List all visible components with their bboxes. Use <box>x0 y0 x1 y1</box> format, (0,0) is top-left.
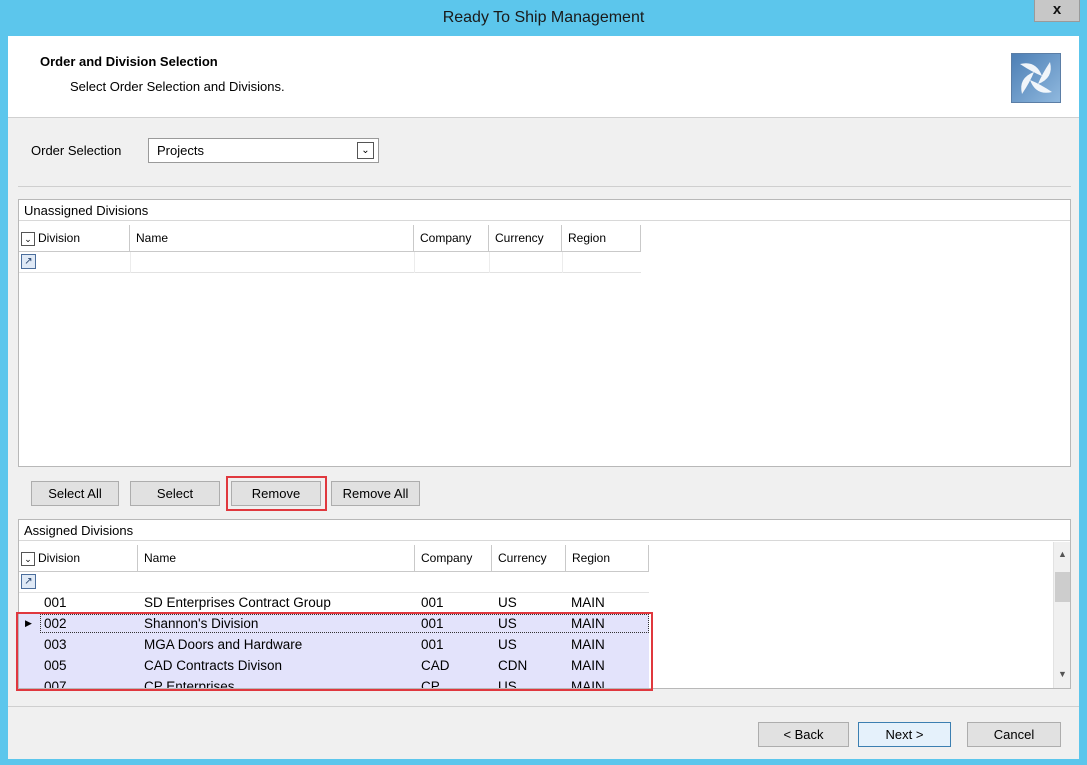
column-header-name[interactable]: Name <box>138 545 415 572</box>
separator <box>18 186 1071 187</box>
select-all-button[interactable]: Select All <box>31 481 119 506</box>
remove-button[interactable]: Remove <box>231 481 321 506</box>
column-header-company[interactable]: Company <box>414 225 489 252</box>
chevron-down-icon[interactable]: ⌄ <box>357 142 374 159</box>
column-header-currency[interactable]: Currency <box>489 225 562 252</box>
next-button[interactable]: Next > <box>858 722 951 747</box>
footer-separator <box>8 706 1079 707</box>
remove-all-button[interactable]: Remove All <box>331 481 420 506</box>
table-row[interactable]: 001 SD Enterprises Contract Group 001 US… <box>19 592 649 613</box>
column-header-division[interactable]: ⌄ Division <box>19 225 130 252</box>
scroll-up-icon[interactable]: ▲ <box>1054 546 1070 563</box>
column-header-name[interactable]: Name <box>130 225 414 252</box>
column-header-region[interactable]: Region <box>566 545 649 572</box>
filter-icon[interactable]: ↗ <box>21 574 36 589</box>
rows-highlight <box>16 612 653 691</box>
back-button[interactable]: < Back <box>758 722 849 747</box>
unassigned-divisions-panel: Unassigned Divisions ⌄ Division Name Comp… <box>18 199 1071 467</box>
scroll-down-icon[interactable]: ▼ <box>1054 666 1070 683</box>
column-header-company[interactable]: Company <box>415 545 492 572</box>
vertical-scrollbar[interactable]: ▲ ▼ <box>1053 542 1070 688</box>
order-selection-value: Projects <box>157 143 204 158</box>
filter-row[interactable]: ↗ <box>19 572 649 593</box>
close-button[interactable]: x <box>1034 0 1080 22</box>
select-button[interactable]: Select <box>130 481 220 506</box>
wizard-header <box>8 36 1079 118</box>
filter-icon[interactable]: ↗ <box>21 254 36 269</box>
app-logo-icon <box>1011 53 1061 103</box>
column-chooser-icon[interactable]: ⌄ <box>21 551 35 566</box>
column-header-region[interactable]: Region <box>562 225 641 252</box>
assigned-divisions-title: Assigned Divisions <box>19 520 1070 541</box>
scrollbar-thumb[interactable] <box>1055 572 1070 602</box>
page-subtitle: Select Order Selection and Divisions. <box>70 79 285 94</box>
page-title: Order and Division Selection <box>40 54 218 69</box>
window-title: Ready To Ship Management <box>442 9 645 26</box>
filter-row[interactable]: ↗ <box>19 252 641 273</box>
unassigned-divisions-title: Unassigned Divisions <box>19 200 1070 221</box>
column-header-division[interactable]: ⌄ Division <box>19 545 138 572</box>
column-header-currency[interactable]: Currency <box>492 545 566 572</box>
order-selection-dropdown[interactable]: Projects ⌄ <box>148 138 379 163</box>
cancel-button[interactable]: Cancel <box>967 722 1061 747</box>
column-chooser-icon[interactable]: ⌄ <box>21 231 35 246</box>
order-selection-label: Order Selection <box>31 143 122 158</box>
